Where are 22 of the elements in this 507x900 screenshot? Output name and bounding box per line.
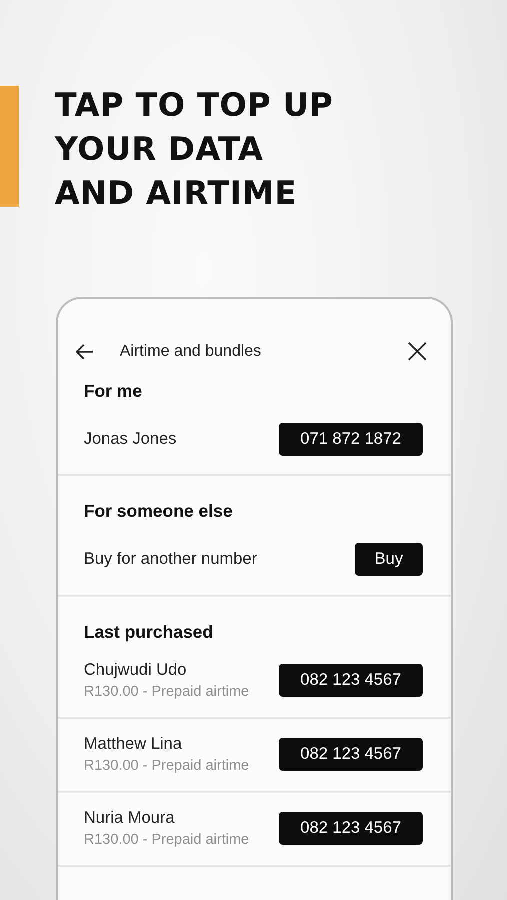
phone-number-button[interactable]: 082 123 4567 xyxy=(279,664,423,698)
close-icon[interactable] xyxy=(408,342,427,361)
contact-name: Nuria Moura xyxy=(84,808,176,828)
buy-button[interactable]: Buy xyxy=(355,543,423,576)
contact-name: Jonas Jones xyxy=(84,428,177,450)
phone-number-button[interactable]: 071 872 1872 xyxy=(279,422,423,456)
back-icon[interactable] xyxy=(76,344,94,360)
screen-title: Airtime and bundles xyxy=(120,342,262,362)
purchase-detail: R130.00 - Prepaid airtime xyxy=(84,757,250,776)
phone-number-button[interactable]: 082 123 4567 xyxy=(279,812,423,846)
section-heading: For me xyxy=(84,380,144,403)
contact-name: Buy for another number xyxy=(84,549,258,570)
headline-line: YOUR DATA xyxy=(55,129,264,170)
contact-name: Chujwudi Udo xyxy=(84,660,188,680)
section-heading: Last purchased xyxy=(84,620,214,644)
section-heading: For someone else xyxy=(84,500,234,524)
headline-line: AND AIRTIME xyxy=(55,173,298,214)
contact-name: Matthew Lina xyxy=(84,734,184,754)
purchase-detail: R130.00 - Prepaid airtime xyxy=(84,831,250,850)
phone-number-button[interactable]: 082 123 4567 xyxy=(279,738,423,772)
headline-line: TAP TO TOP UP xyxy=(55,85,334,126)
purchase-detail: R130.00 - Prepaid airtime xyxy=(84,683,250,702)
